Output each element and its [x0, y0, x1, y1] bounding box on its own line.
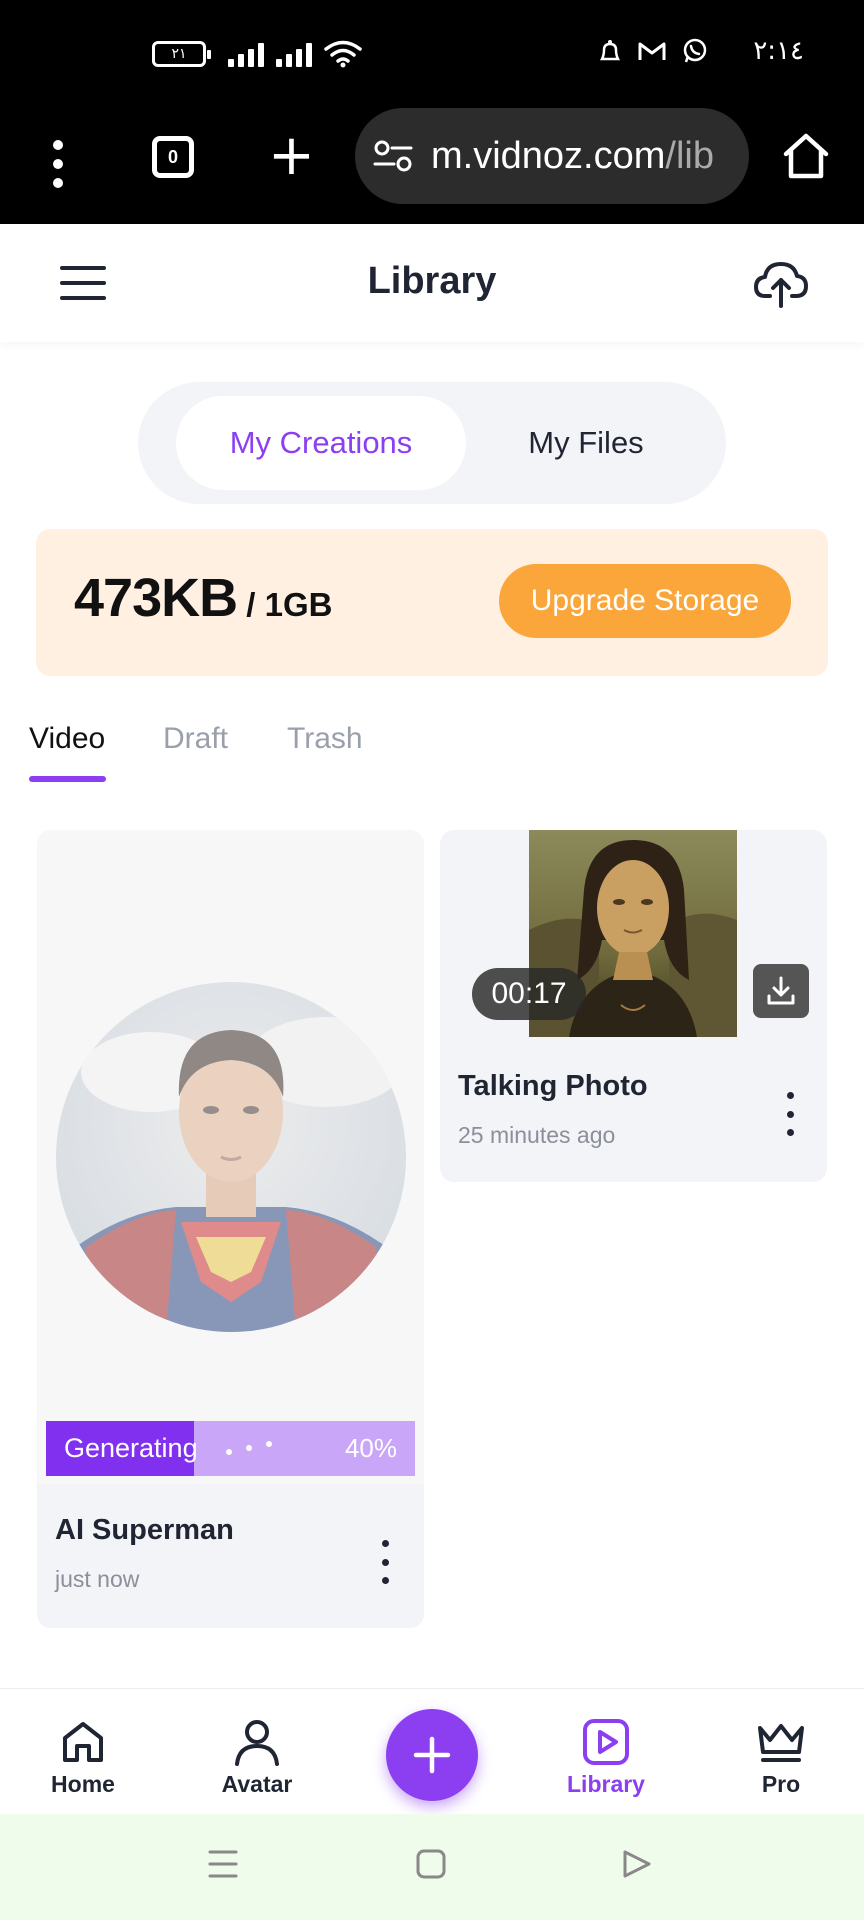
more-options-icon[interactable] — [780, 1092, 800, 1136]
nav-pro[interactable]: Pro — [721, 1689, 841, 1815]
card-timestamp: 25 minutes ago — [458, 1122, 616, 1148]
nav-home[interactable]: Home — [23, 1689, 143, 1815]
video-preview: Generating 40% — [37, 830, 424, 1484]
card-info: AI Superman just now — [37, 1484, 424, 1628]
loading-dots-icon — [226, 1441, 276, 1461]
clock: ٢:١٤ — [753, 36, 804, 66]
play-icon — [582, 1715, 630, 1769]
battery-icon: ٢١ — [152, 41, 211, 67]
url-host: m.vidnoz.com — [431, 134, 666, 177]
nav-avatar[interactable]: Avatar — [197, 1689, 317, 1815]
storage-card: 473KB / 1GB Upgrade Storage — [36, 529, 828, 676]
new-tab-icon[interactable]: + — [268, 128, 315, 184]
app-header: Library — [0, 224, 864, 342]
person-icon — [233, 1715, 281, 1769]
tab-switcher-button[interactable]: 0 — [152, 136, 194, 178]
library-segment-control: My Creations My Files — [138, 382, 726, 504]
active-tab-indicator — [29, 776, 106, 782]
recent-apps-icon[interactable] — [208, 1848, 238, 1880]
wifi-icon — [324, 40, 362, 68]
browser-menu-icon[interactable] — [40, 134, 76, 194]
alarm-icon — [600, 40, 621, 61]
upgrade-storage-button[interactable]: Upgrade Storage — [499, 564, 791, 638]
status-right: ٢:١٤ — [597, 36, 804, 66]
duration-badge: 00:17 — [472, 968, 586, 1020]
generation-progress-bar: Generating 40% — [46, 1421, 415, 1476]
nav-label: Avatar — [221, 1771, 293, 1797]
superman-avatar-image — [56, 982, 406, 1332]
site-settings-icon[interactable] — [373, 139, 413, 173]
status-left: ٢١ — [152, 40, 362, 68]
page-title: Library — [367, 260, 497, 302]
tab-trash[interactable]: Trash — [287, 722, 363, 756]
system-home-icon[interactable] — [416, 1848, 446, 1880]
back-icon[interactable] — [622, 1848, 652, 1880]
segment-my-creations[interactable]: My Creations — [176, 396, 466, 490]
url-path: /lib — [665, 134, 714, 177]
url-bar[interactable]: m.vidnoz.com/lib — [355, 108, 749, 204]
tab-video[interactable]: Video — [29, 722, 105, 756]
gmail-icon — [638, 42, 666, 60]
storage-total: / 1GB — [237, 586, 333, 623]
bottom-navigation: Home Avatar Library Pro — [0, 1688, 864, 1814]
more-options-icon[interactable] — [375, 1540, 395, 1584]
home-icon[interactable] — [782, 132, 830, 180]
video-card-talking-photo[interactable]: 00:17 Talking Photo 25 minutes ago — [440, 830, 827, 1182]
nav-library[interactable]: Library — [546, 1689, 666, 1815]
tab-draft[interactable]: Draft — [163, 722, 228, 756]
video-card-ai-superman[interactable]: Generating 40% AI Superman just now — [37, 830, 424, 1628]
nav-label: Home — [51, 1771, 115, 1797]
create-fab-button[interactable] — [386, 1709, 478, 1801]
battery-level: ٢١ — [171, 46, 187, 62]
status-bar: ٢١ ٢:١٤ — [0, 0, 864, 108]
screen: ٢١ ٢:١٤ 0 + m.vidnoz.com/lib Library My … — [0, 0, 864, 1920]
card-timestamp: just now — [55, 1566, 140, 1592]
whatsapp-icon — [684, 38, 707, 63]
card-title: Talking Photo — [458, 1070, 648, 1102]
home-icon — [59, 1715, 107, 1769]
cloud-upload-icon[interactable] — [754, 258, 808, 308]
plus-icon — [413, 1736, 451, 1774]
card-title: AI Superman — [55, 1514, 234, 1546]
segment-my-files[interactable]: My Files — [466, 396, 706, 490]
storage-used: 473KB — [74, 568, 238, 628]
url-text: m.vidnoz.com/lib — [431, 135, 714, 178]
download-icon[interactable] — [753, 964, 809, 1018]
signal-icon-2 — [276, 41, 312, 67]
nav-label: Pro — [761, 1771, 801, 1797]
nav-label: Library — [567, 1771, 645, 1797]
storage-usage: 473KB / 1GB — [74, 567, 332, 629]
crown-icon — [756, 1715, 806, 1769]
progress-status: Generating — [64, 1433, 198, 1463]
browser-toolbar: 0 + m.vidnoz.com/lib — [0, 108, 864, 224]
progress-percent: 40% — [344, 1433, 397, 1463]
system-navigation-bar — [0, 1814, 864, 1920]
signal-icon — [228, 41, 264, 67]
